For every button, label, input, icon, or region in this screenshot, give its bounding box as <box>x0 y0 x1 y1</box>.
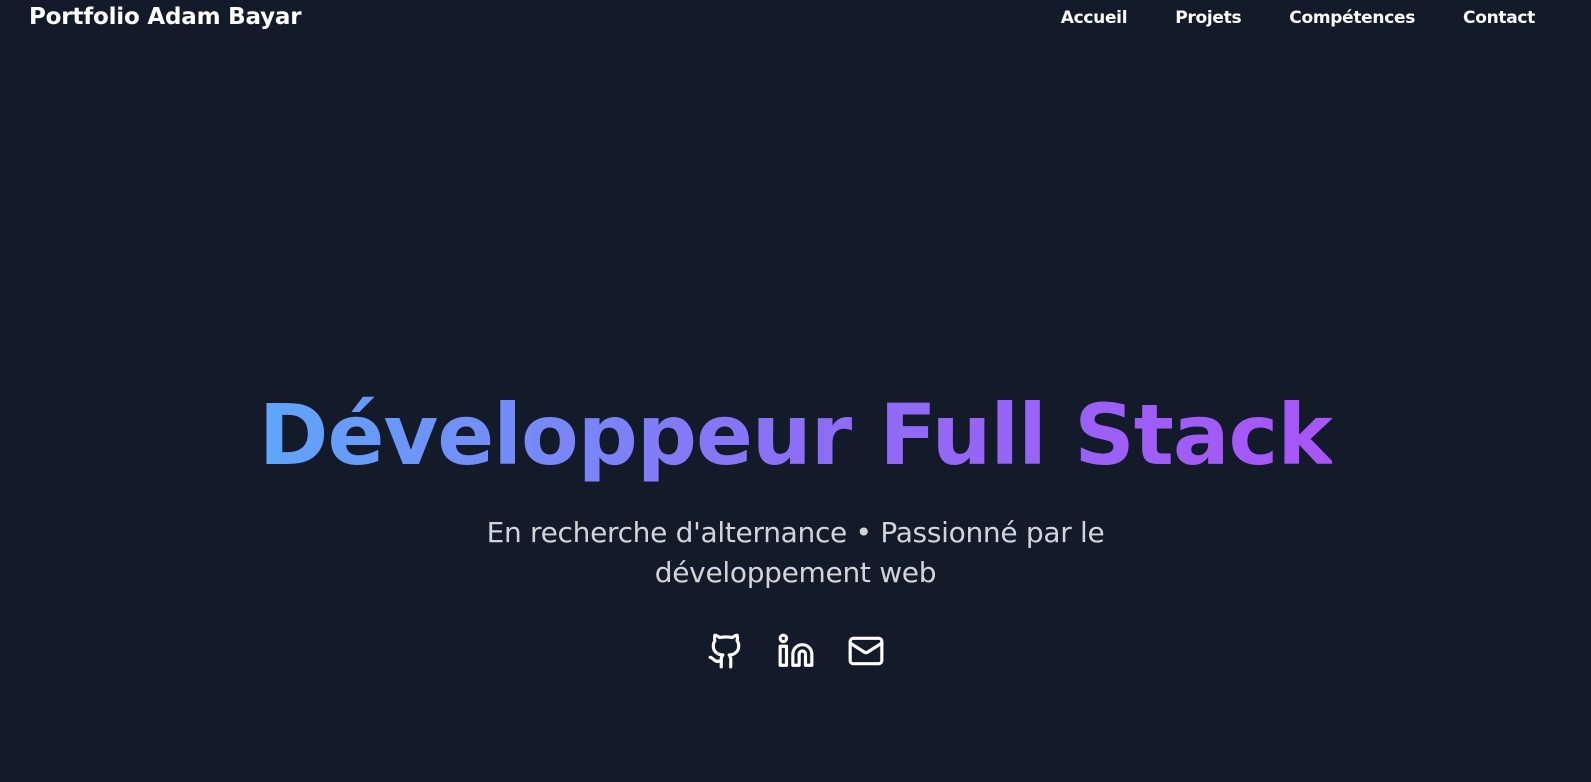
site-brand[interactable]: Portfolio Adam Bayar <box>29 4 302 30</box>
navbar: Portfolio Adam Bayar Accueil Projets Com… <box>0 0 1591 40</box>
linkedin-link[interactable] <box>777 632 815 670</box>
hero-subtitle: En recherche d'alternance • Passionné pa… <box>486 516 1105 589</box>
hero-section: Développeur Full Stack En recherche d'al… <box>0 385 1591 593</box>
nav-menu: Accueil Projets Compétences Contact <box>1013 8 1536 28</box>
linkedin-icon <box>778 633 813 667</box>
nav-link-accueil[interactable]: Accueil <box>1061 8 1128 28</box>
nav-link-contact[interactable]: Contact <box>1463 8 1535 28</box>
github-link[interactable] <box>707 632 745 670</box>
portfolio-page: Portfolio Adam Bayar Accueil Projets Com… <box>0 0 1591 782</box>
social-links <box>0 632 1591 670</box>
github-icon <box>708 633 740 669</box>
mail-link[interactable] <box>847 632 885 670</box>
nav-link-projets[interactable]: Projets <box>1175 8 1241 28</box>
mail-icon <box>848 636 883 666</box>
nav-link-competences[interactable]: Compétences <box>1289 8 1415 28</box>
hero-title: Développeur Full Stack <box>258 386 1333 484</box>
